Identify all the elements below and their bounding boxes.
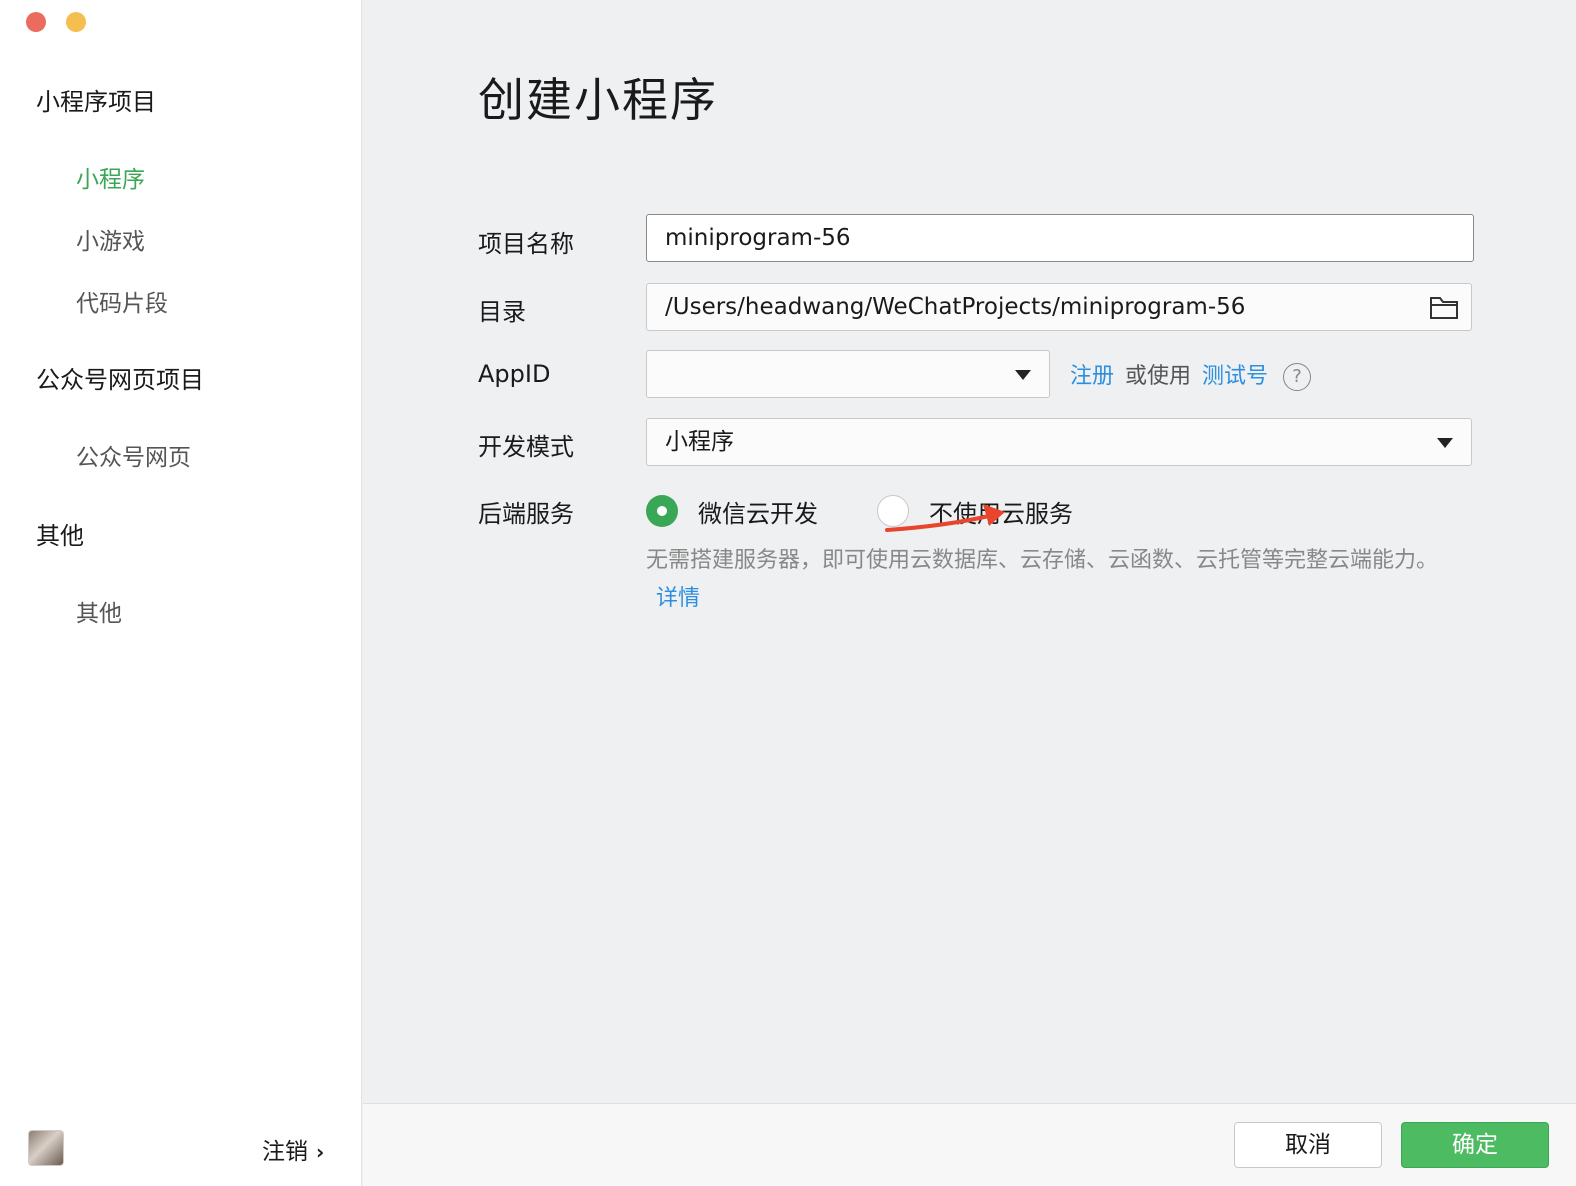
page-title: 创建小程序 (478, 73, 718, 127)
chevron-down-icon (1015, 370, 1031, 380)
sidebar-item-code-snippet[interactable]: 代码片段 (76, 284, 168, 318)
window-minimize-icon[interactable] (66, 12, 86, 32)
directory-label: 目录 (478, 298, 526, 326)
sidebar-item-minigame[interactable]: 小游戏 (76, 222, 145, 256)
test-account-link[interactable]: 测试号 (1202, 364, 1268, 389)
logout-label: 注销 (262, 1139, 308, 1165)
sidebar-item-official-webpage[interactable]: 公众号网页 (76, 438, 191, 472)
cancel-button[interactable]: 取消 (1234, 1122, 1382, 1168)
sidebar-footer: 注销 › (0, 1106, 362, 1186)
backend-label: 后端服务 (478, 500, 574, 528)
directory-field[interactable]: /Users/headwang/WeChatProjects/miniprogr… (646, 283, 1472, 331)
radio-wechat-cloud[interactable] (646, 495, 678, 527)
project-name-input[interactable] (665, 215, 1455, 261)
backend-description: 无需搭建服务器，即可使用云数据库、云存储、云函数、云托管等完整云端能力。 详情 (646, 542, 1466, 618)
backend-description-text: 无需搭建服务器，即可使用云数据库、云存储、云函数、云托管等完整云端能力。 (646, 548, 1439, 573)
or-use-text: 或使用 (1125, 364, 1192, 389)
annotation-arrow-icon (885, 504, 1005, 532)
avatar[interactable] (28, 1130, 64, 1166)
sidebar-group-miniprogram: 小程序项目 (36, 88, 156, 116)
appid-links: 注册 或使用 测试号 ? (1070, 358, 1312, 391)
help-icon[interactable]: ? (1283, 363, 1312, 391)
directory-value: /Users/headwang/WeChatProjects/miniprogr… (665, 294, 1246, 320)
logout-button[interactable]: 注销 › (262, 1132, 324, 1166)
dialog-footer: 取消 确定 (363, 1103, 1576, 1186)
confirm-button[interactable]: 确定 (1401, 1122, 1549, 1168)
details-link[interactable]: 详情 (656, 586, 700, 611)
sidebar-item-other[interactable]: 其他 (76, 594, 122, 628)
chevron-down-icon (1437, 438, 1453, 448)
sidebar: 小程序项目 小程序 小游戏 代码片段 公众号网页项目 公众号网页 其他 其他 注… (0, 0, 362, 1186)
window-close-icon[interactable] (26, 12, 46, 32)
register-link[interactable]: 注册 (1070, 364, 1114, 389)
dev-mode-label: 开发模式 (478, 433, 574, 461)
chevron-right-icon: › (316, 1140, 325, 1164)
folder-icon[interactable] (1429, 294, 1459, 320)
radio-label-wechat-cloud[interactable]: 微信云开发 (698, 494, 818, 529)
sidebar-group-official-account: 公众号网页项目 (36, 366, 204, 394)
main-panel: 创建小程序 项目名称 目录 /Users/headwang/WeChatProj… (363, 0, 1576, 1103)
sidebar-group-other: 其他 (36, 522, 84, 550)
appid-select[interactable] (646, 350, 1050, 398)
dev-mode-select[interactable]: 小程序 (646, 418, 1472, 466)
sidebar-item-miniprogram[interactable]: 小程序 (76, 160, 145, 194)
project-name-field[interactable] (646, 214, 1474, 262)
appid-label: AppID (478, 360, 551, 388)
project-name-label: 项目名称 (478, 230, 574, 258)
dev-mode-value: 小程序 (665, 429, 734, 455)
